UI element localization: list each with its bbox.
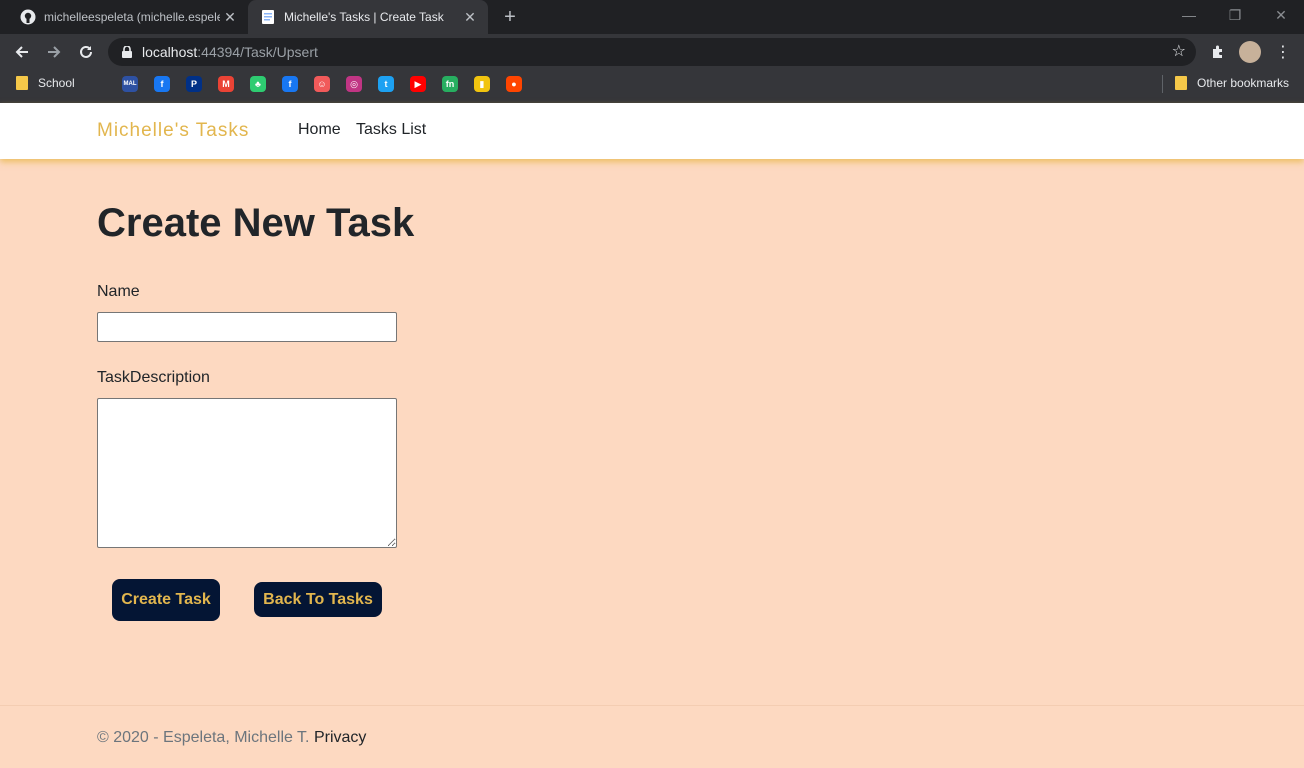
- back-to-tasks-button[interactable]: Back To Tasks: [254, 582, 382, 617]
- gmail-bookmark-icon[interactable]: M: [218, 76, 234, 92]
- nav-link-home[interactable]: Home: [298, 121, 341, 139]
- twitter-bookmark-icon[interactable]: t: [378, 76, 394, 92]
- reddit-bookmark-icon[interactable]: ●: [506, 76, 522, 92]
- bookmark-label: Other bookmarks: [1197, 76, 1290, 90]
- github-icon: [20, 9, 36, 25]
- new-tab-icon[interactable]: +: [499, 5, 521, 29]
- browser-toolbar: localhost:44394/Task/Upsert ☆ ⋮: [0, 34, 1304, 70]
- url-text: localhost:44394/Task/Upsert: [142, 44, 318, 60]
- folder-icon: [16, 76, 28, 90]
- create-task-button[interactable]: Create Task: [112, 579, 220, 621]
- restore-icon[interactable]: ❐: [1212, 0, 1258, 34]
- forward-arrow-icon[interactable]: [40, 38, 68, 66]
- back-arrow-icon[interactable]: [8, 38, 36, 66]
- messenger-bookmark-icon[interactable]: ☺: [314, 76, 330, 92]
- footer-divider: [0, 705, 1304, 706]
- task-description-textarea[interactable]: [97, 398, 397, 548]
- instagram-bookmark-icon[interactable]: ◎: [346, 76, 362, 92]
- mal-bookmark-icon[interactable]: MAL: [122, 76, 138, 92]
- minimize-icon[interactable]: —: [1166, 0, 1212, 34]
- profile-avatar[interactable]: [1237, 39, 1263, 65]
- nav-link-tasks-list[interactable]: Tasks List: [356, 121, 426, 139]
- tab-github[interactable]: michelleespeleta (michelle.espele ✕: [8, 0, 248, 34]
- tab-create-task[interactable]: Michelle's Tasks | Create Task ✕: [248, 0, 488, 34]
- document-icon: [260, 9, 276, 25]
- bookmark-folder-other[interactable]: Other bookmarks: [1175, 76, 1289, 90]
- avatar: [1239, 41, 1261, 63]
- site-navbar: Michelle's Tasks Home Tasks List: [0, 103, 1304, 159]
- address-bar[interactable]: localhost:44394/Task/Upsert ☆: [108, 38, 1196, 66]
- name-input[interactable]: [97, 312, 397, 342]
- facebook-bookmark-icon-2[interactable]: f: [282, 76, 298, 92]
- name-label: Name: [97, 283, 140, 300]
- page-title: Create New Task: [97, 201, 415, 245]
- bookmarks-divider: [1162, 75, 1163, 93]
- url-path: :44394/Task/Upsert: [197, 44, 318, 60]
- extensions-icon[interactable]: [1205, 39, 1231, 65]
- bookmark-folder-school[interactable]: School: [16, 76, 75, 90]
- bookmark-star-icon[interactable]: ☆: [1172, 41, 1186, 61]
- close-tab-icon[interactable]: ✕: [460, 9, 480, 26]
- copyright-text: © 2020 - Espeleta, Michelle T.: [97, 729, 310, 746]
- facebook-bookmark-icon[interactable]: f: [154, 76, 170, 92]
- brand-link[interactable]: Michelle's Tasks: [97, 120, 249, 142]
- tab-title: michelleespeleta (michelle.espele: [44, 10, 220, 24]
- site-footer: © 2020 - Espeleta, Michelle T. Privacy: [97, 729, 366, 747]
- lock-icon: [122, 46, 132, 58]
- tree-bookmark-icon[interactable]: ♣: [250, 76, 266, 92]
- browser-chrome: michelleespeleta (michelle.espele ✕ Mich…: [0, 0, 1304, 103]
- folder-icon: [1175, 76, 1187, 90]
- close-tab-icon[interactable]: ✕: [220, 9, 240, 26]
- notes-bookmark-icon[interactable]: ▮: [474, 76, 490, 92]
- reload-icon[interactable]: [72, 38, 100, 66]
- tab-strip: michelleespeleta (michelle.espele ✕ Mich…: [0, 0, 1304, 34]
- tab-title: Michelle's Tasks | Create Task: [284, 10, 444, 24]
- paypal-bookmark-icon[interactable]: P: [186, 76, 202, 92]
- fn-bookmark-icon[interactable]: fn: [442, 76, 458, 92]
- menu-dots-icon[interactable]: ⋮: [1270, 39, 1296, 65]
- task-description-label: TaskDescription: [97, 369, 210, 386]
- bookmark-label: School: [38, 76, 75, 90]
- bookmarks-bar: School MAL f P M ♣ f ☺ ◎ t ▶ fn ▮ ● Other bookmarks: [0, 70, 1304, 98]
- url-host: localhost: [142, 44, 198, 60]
- youtube-bookmark-icon[interactable]: ▶: [410, 76, 426, 92]
- privacy-link[interactable]: Privacy: [314, 729, 366, 746]
- close-window-icon[interactable]: ✕: [1258, 0, 1304, 34]
